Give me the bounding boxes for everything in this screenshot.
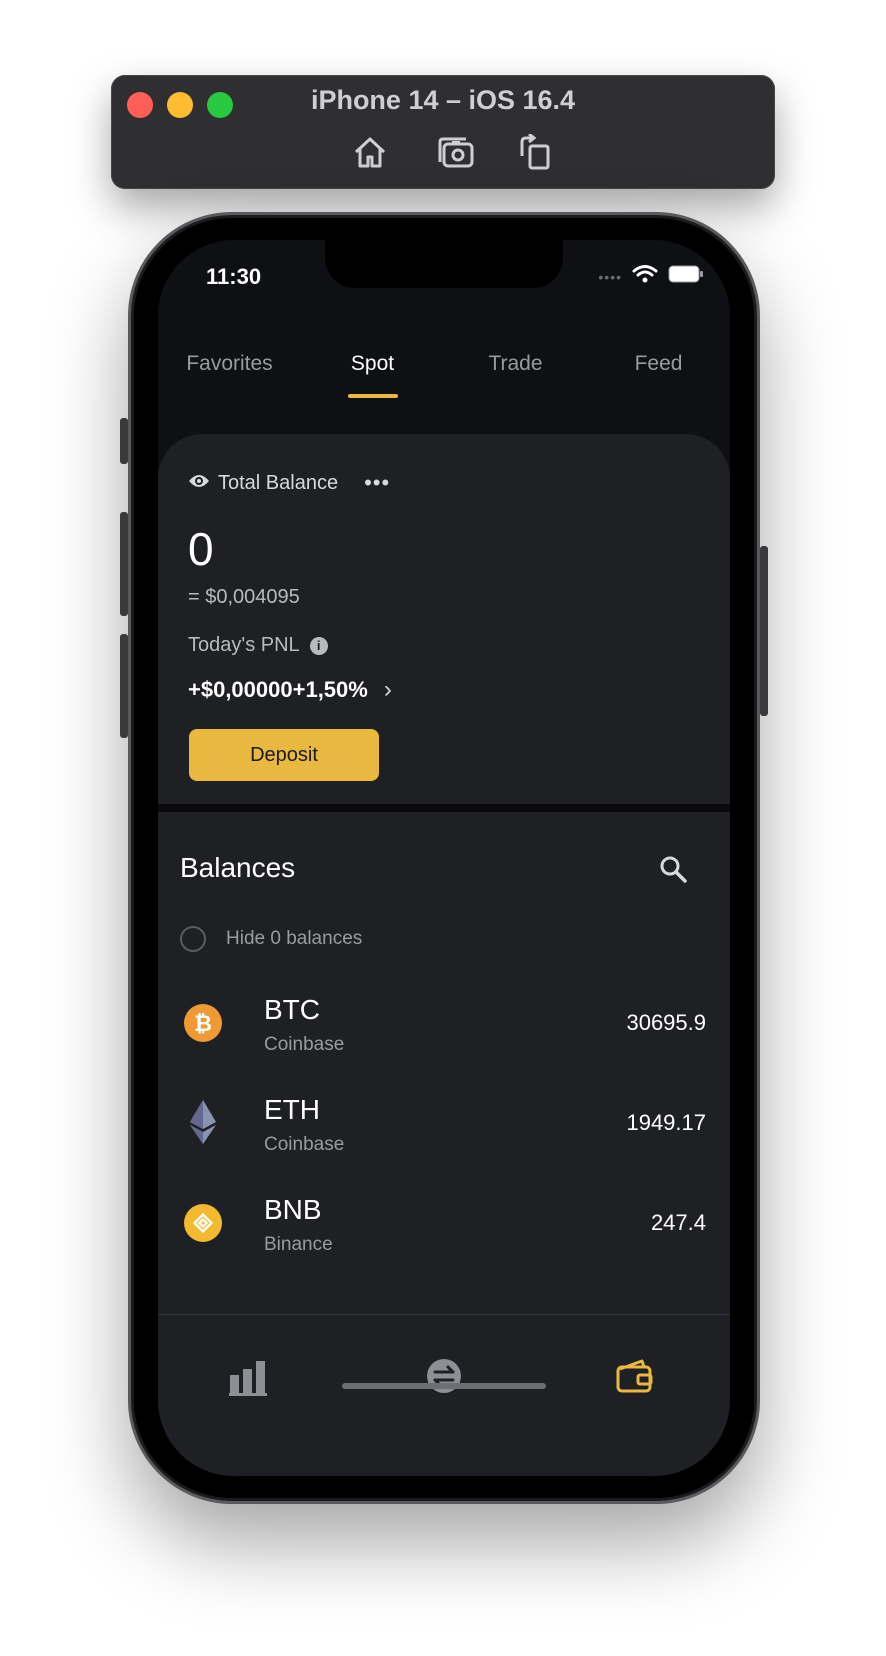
search-icon[interactable] [658, 854, 688, 884]
asset-exchange: Binance [264, 1234, 333, 1255]
phone-screen: 11:30 •••• Favorites Spot Trade Feed Tot… [158, 240, 730, 1476]
pnl-label: Today's PNL [188, 634, 300, 656]
hide-zero-balances-toggle[interactable]: Hide 0 balances [180, 926, 362, 952]
notch [325, 240, 563, 288]
asset-value: 247.4 [650, 1210, 706, 1235]
asset-exchange: Coinbase [264, 1134, 345, 1155]
screenshot-icon[interactable] [436, 134, 476, 170]
total-balance-card: Total Balance ••• 0 = $0,004095 Today's … [158, 434, 730, 804]
info-icon[interactable]: i [309, 636, 328, 655]
total-balance-usd: = $0,004095 [188, 586, 300, 608]
wallet-icon[interactable] [614, 1355, 656, 1397]
asset-row-bnb[interactable]: BNB Binance 247.4 [158, 1188, 730, 1278]
simulator-title: iPhone 14 – iOS 16.4 [310, 85, 576, 115]
tab-feed[interactable]: Feed [599, 350, 719, 400]
top-tab-bar: Favorites Spot Trade Feed [158, 350, 730, 400]
markets-chart-icon[interactable] [228, 1355, 270, 1397]
bnb-icon [184, 1204, 222, 1242]
balances-title: Balances [180, 852, 296, 883]
asset-symbol: ETH [264, 1094, 320, 1125]
asset-exchange: Coinbase [264, 1034, 345, 1055]
swap-icon[interactable] [423, 1355, 465, 1397]
section-divider [158, 804, 730, 812]
pnl-row: Today's PNL i [188, 634, 328, 657]
tab-trade[interactable]: Trade [456, 350, 576, 400]
ethereum-icon [184, 1100, 222, 1144]
total-balance-amount: 0 [188, 523, 214, 575]
tab-favorites[interactable]: Favorites [170, 350, 290, 400]
bitcoin-icon: ₿ [184, 1004, 222, 1042]
more-options-icon[interactable]: ••• [364, 470, 390, 496]
status-time: 11:30 [206, 264, 262, 289]
tab-spot[interactable]: Spot [313, 350, 433, 400]
simulator-stage: iPhone 14 – iOS 16.4 11:30 •••• Favorite… [0, 0, 886, 1656]
eye-icon[interactable] [188, 472, 210, 495]
asset-value: 1949.17 [626, 1110, 706, 1135]
chevron-right-icon: › [383, 676, 392, 703]
volume-down-button [120, 634, 128, 738]
asset-symbol: BTC [264, 994, 320, 1025]
asset-row-btc[interactable]: ₿ BTC Coinbase 30695.9 [158, 988, 730, 1078]
battery-icon [668, 264, 704, 289]
hide-zero-radio[interactable] [180, 926, 206, 952]
pnl-value: +$0,00000+1,50% [188, 677, 368, 702]
rotate-icon[interactable] [516, 132, 556, 170]
asset-row-eth[interactable]: ETH Coinbase 1949.17 [158, 1088, 730, 1178]
pnl-value-link[interactable]: +$0,00000+1,50% › [188, 676, 392, 704]
asset-symbol: BNB [264, 1194, 322, 1225]
svg-text:₿: ₿ [194, 1012, 212, 1037]
volume-up-button [120, 512, 128, 616]
wifi-icon [632, 264, 658, 289]
total-balance-header: Total Balance ••• [188, 470, 390, 496]
home-indicator [342, 1383, 546, 1389]
hide-zero-label: Hide 0 balances [226, 928, 363, 949]
mute-switch [120, 418, 128, 464]
balances-section: Balances Hide 0 balances ₿ BTC Coinbase … [158, 812, 730, 1314]
cellular-signal-icon: •••• [598, 268, 622, 285]
total-balance-label: Total Balance [218, 471, 339, 494]
home-icon[interactable] [350, 134, 390, 170]
status-icons: •••• [598, 264, 704, 289]
deposit-button[interactable]: Deposit [189, 729, 379, 781]
asset-value: 30695.9 [626, 1010, 706, 1035]
bottom-navigation [158, 1314, 730, 1476]
power-button [760, 546, 768, 716]
